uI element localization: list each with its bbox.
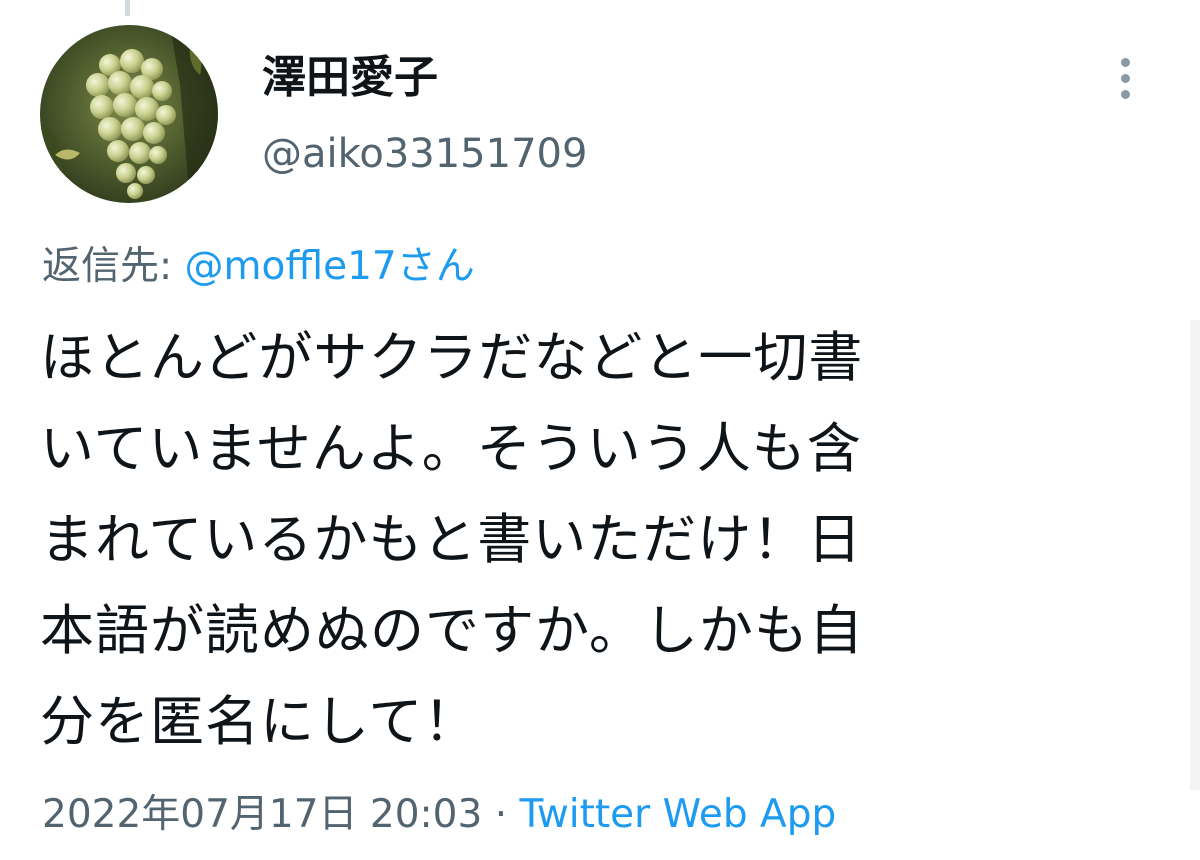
reply-to-mention-link[interactable]: @moffle17さん [185,244,475,289]
tweet-source-link[interactable]: Twitter Web App [520,792,837,837]
meta-separator: · [482,792,520,837]
reply-to-prefix: 返信先: [42,244,185,289]
tweet-meta: 2022年07月17日 20:03 · Twitter Web App [42,788,836,842]
reply-to-line: 返信先: @moffle17さん [42,240,475,294]
grapes-avatar-image [40,25,218,203]
author-handle[interactable]: @aiko33151709 [262,128,587,180]
more-dot [1121,58,1130,67]
tweet-text: ほとんどがサクラだなどと一切書 いていませんよ。そういう人も含 まれているかもと… [40,326,864,753]
thread-connector-line [125,0,130,16]
scrollbar[interactable] [1190,320,1200,790]
tweet-timestamp-link[interactable]: 2022年07月17日 20:03 [42,792,482,837]
more-dot [1121,74,1130,83]
more-vertical-icon[interactable] [1110,54,1140,104]
more-dot [1121,90,1130,99]
tweet-detail: 澤田愛子 @aiko33151709 返信先: @moffle17さん ほとんど… [0,0,1200,860]
author-display-name[interactable]: 澤田愛子 [262,50,438,106]
avatar[interactable] [40,25,218,203]
